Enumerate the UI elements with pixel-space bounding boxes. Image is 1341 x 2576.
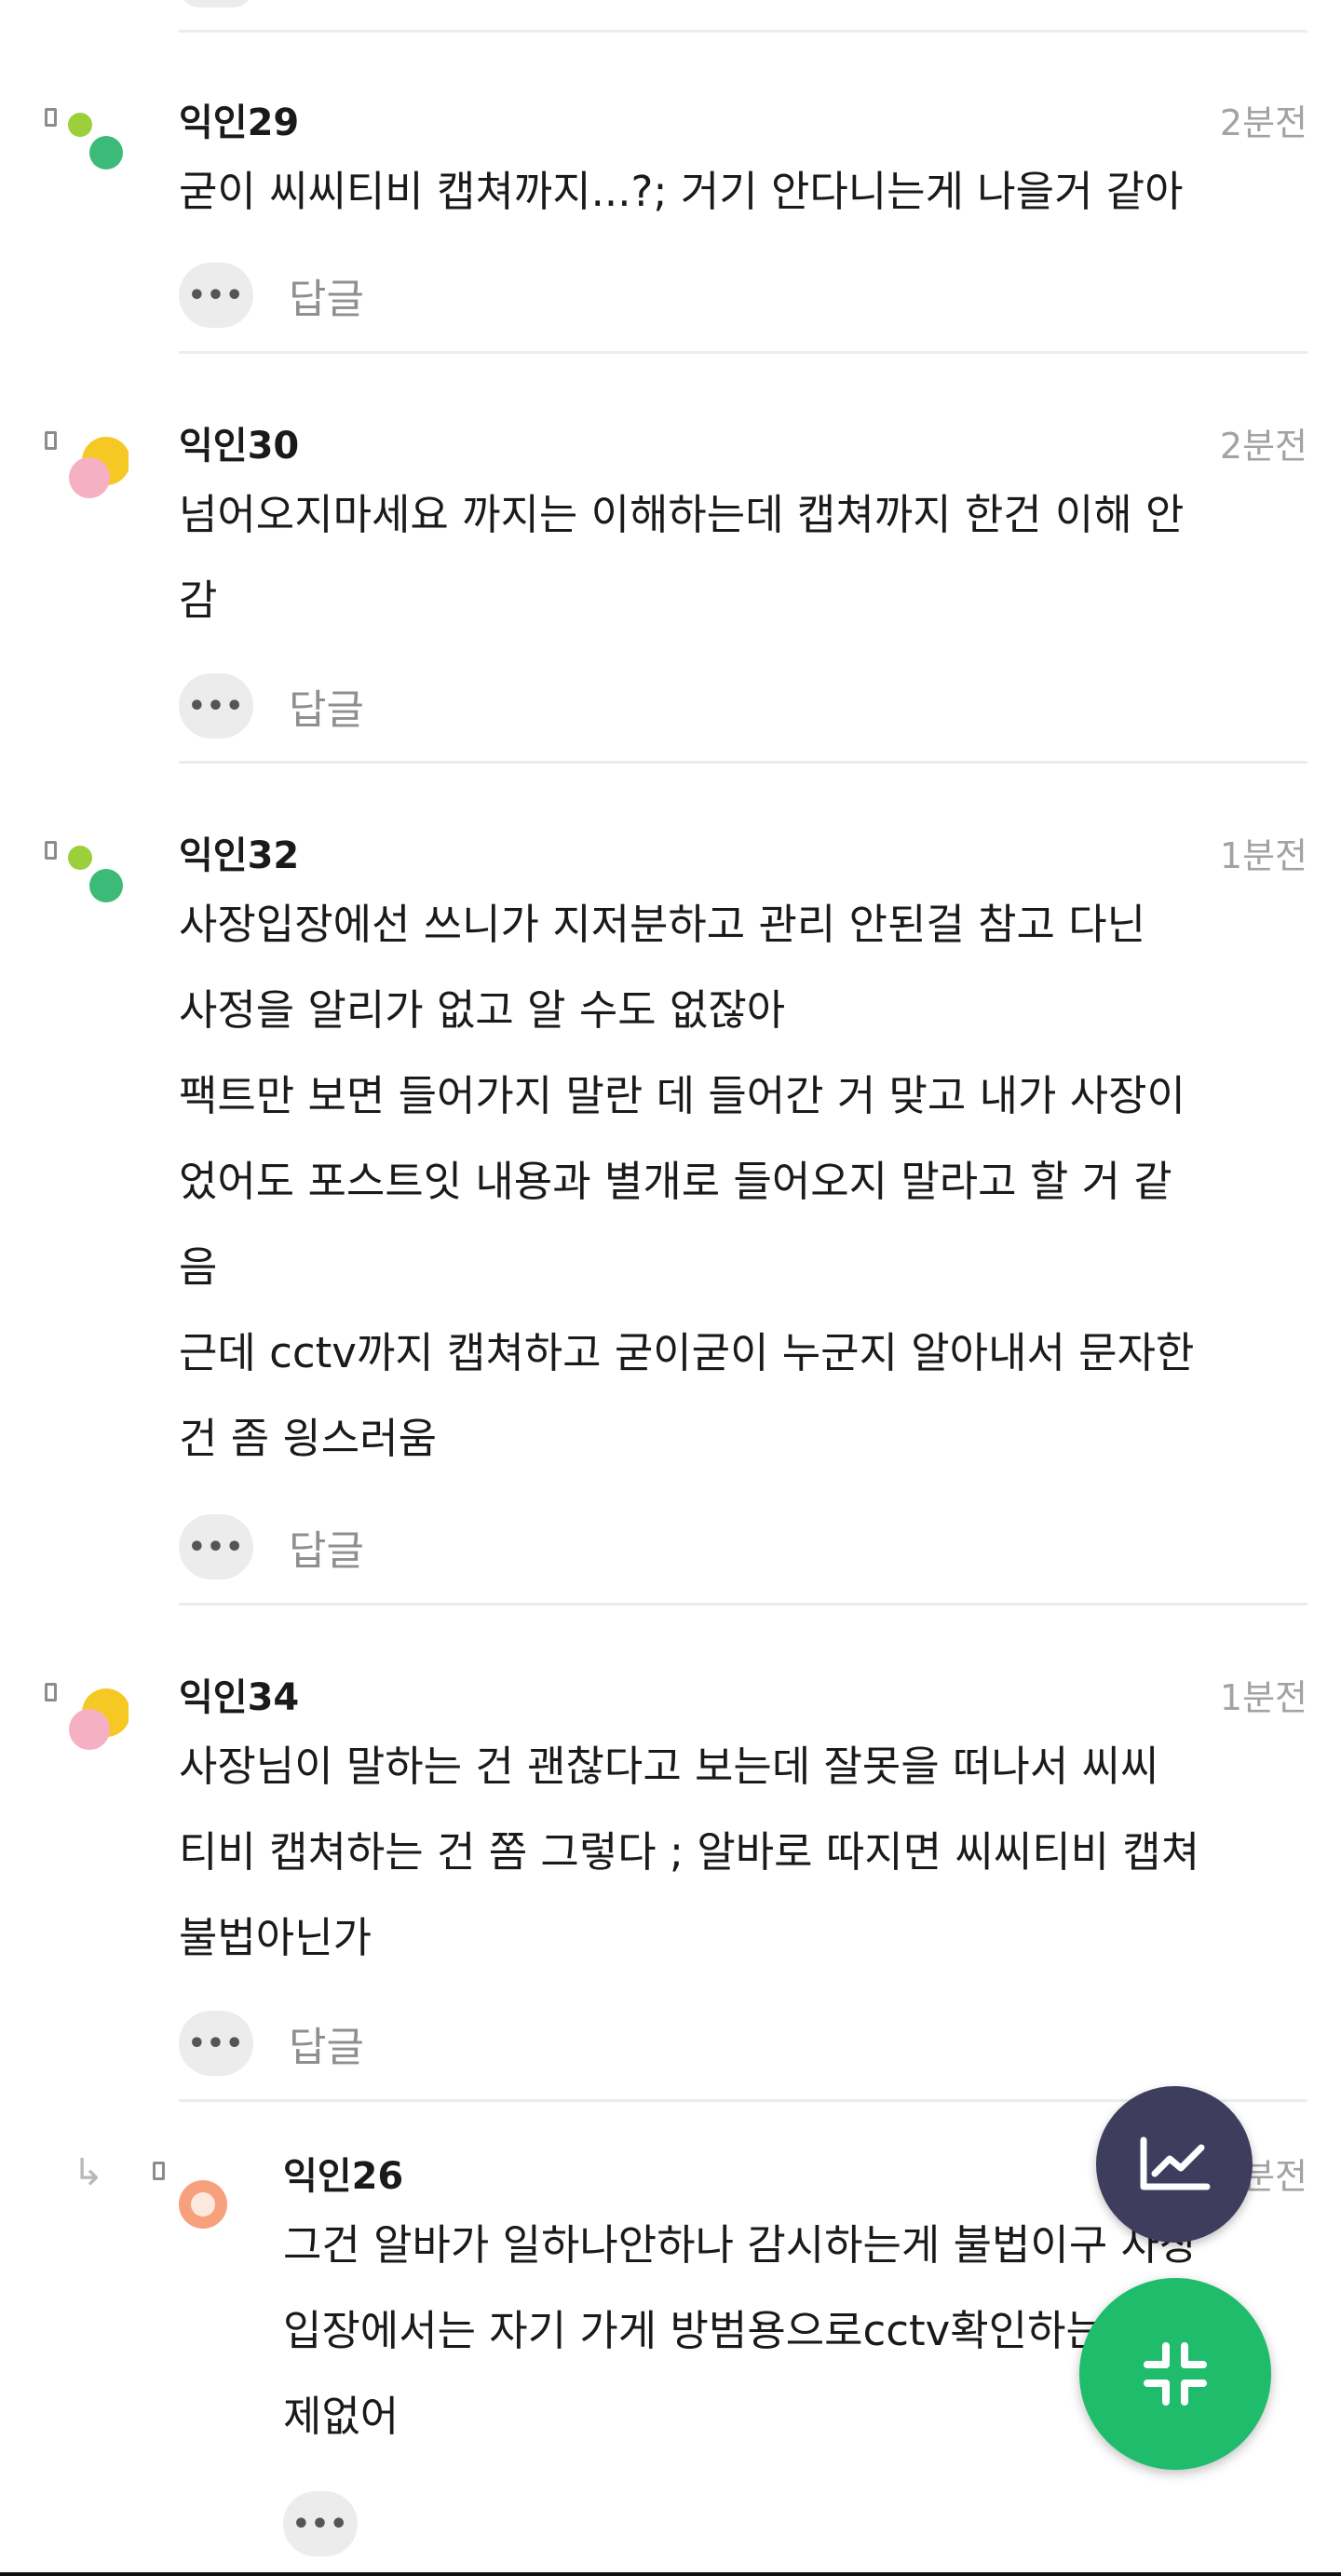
avatar: [69, 1688, 129, 1750]
comment-body: 사장님이 말하는 건 괜찮다고 보는데 잘못을 떠나서 씨씨 티비 캡쳐하는 건…: [179, 1724, 1310, 1981]
comment-nickname: 익인34: [179, 1676, 300, 1719]
avatar: [179, 2180, 227, 2229]
comment-line: 감: [179, 576, 218, 625]
more-button-partial[interactable]: [179, 0, 253, 7]
bookmark-icon: [153, 2162, 165, 2180]
bookmark-icon: [45, 841, 57, 860]
comment-actions: ••• 답글: [179, 263, 364, 328]
divider: [179, 761, 1307, 764]
comment-line: 건 좀 읭스러움: [179, 1414, 438, 1463]
avatar: [68, 846, 123, 902]
more-button[interactable]: •••: [283, 2491, 358, 2556]
reply-button[interactable]: 답글: [289, 265, 364, 325]
avatar: [69, 437, 129, 498]
comment-line: 굳이 씨씨티비 캡쳐까지...?; 거기 안다니는게 나을거 같아: [179, 167, 1184, 216]
more-button[interactable]: •••: [179, 673, 253, 739]
comment-line: 사장님이 말하는 건 괜찮다고 보는데 잘못을 떠나서 씨씨: [179, 1742, 1159, 1791]
chart-fab-button[interactable]: [1096, 2086, 1253, 2243]
comment-line: 티비 캡쳐하는 건 쫌 그렇다 ; 알바로 따지면 씨씨티비 캡쳐: [179, 1827, 1200, 1877]
comment-nickname: 익인29: [179, 102, 300, 144]
comment-actions: ••• 답글: [179, 2011, 364, 2076]
more-button[interactable]: •••: [179, 2011, 253, 2076]
comment-body: 넘어오지마세요 까지는 이해하는데 캡쳐까지 한건 이해 안 감: [179, 472, 1310, 644]
comment-time: 2분전: [1219, 102, 1307, 143]
reply-button[interactable]: 답글: [289, 1517, 364, 1577]
comment-time: 2분전: [1219, 426, 1307, 467]
comment-line: 넘어오지마세요 까지는 이해하는데 캡쳐까지 한건 이해 안: [179, 490, 1185, 539]
comment-line: 음: [179, 1242, 218, 1292]
comment-line: 사장입장에선 쓰니가 지저분하고 관리 안된걸 참고 다닌: [179, 900, 1146, 949]
comment-line: 팩트만 보면 들어가지 말란 데 들어간 거 맞고 내가 사장이: [179, 1071, 1185, 1120]
more-button[interactable]: •••: [179, 263, 253, 328]
collapse-icon: [1144, 2342, 1207, 2406]
comment-actions: •••: [283, 2491, 358, 2556]
comment-line: 불법아닌가: [179, 1913, 372, 1962]
reply-button[interactable]: 답글: [289, 2013, 364, 2073]
reply-arrow-icon: ↳: [73, 2151, 104, 2194]
avatar: [68, 113, 123, 169]
reply-button[interactable]: 답글: [289, 676, 364, 736]
bookmark-icon: [45, 108, 57, 127]
comment-nickname: 익인26: [283, 2155, 404, 2198]
comment-line: 었어도 포스트잇 내용과 별개로 들어오지 말라고 할 거 같: [179, 1157, 1172, 1206]
comment-line: 근데 cctv까지 캡쳐하고 굳이굳이 누군지 알아내서 문자한: [179, 1328, 1195, 1377]
bookmark-icon: [45, 431, 57, 450]
trend-chart-icon: [1140, 2136, 1211, 2190]
comment-body: 굳이 씨씨티비 캡쳐까지...?; 거기 안다니는게 나을거 같아: [179, 149, 1310, 235]
bottom-edge: [0, 2572, 1341, 2576]
divider: [179, 351, 1307, 354]
collapse-fab-button[interactable]: [1079, 2278, 1271, 2470]
comment-nickname: 익인32: [179, 834, 300, 877]
divider: [179, 1603, 1307, 1606]
comment-time: 1분전: [1219, 835, 1307, 876]
comment-time: 1분전: [1219, 1677, 1307, 1718]
bookmark-icon: [45, 1683, 57, 1702]
comment-body: 사장입장에선 쓰니가 지저분하고 관리 안된걸 참고 다닌 사정을 알리가 없고…: [179, 882, 1310, 1482]
divider: [179, 30, 1307, 33]
comment-actions: ••• 답글: [179, 673, 364, 739]
comment-actions: ••• 답글: [179, 1514, 364, 1579]
comment-nickname: 익인30: [179, 425, 300, 468]
comment-line: 사정을 알리가 없고 알 수도 없잖아: [179, 985, 786, 1035]
more-button[interactable]: •••: [179, 1514, 253, 1579]
